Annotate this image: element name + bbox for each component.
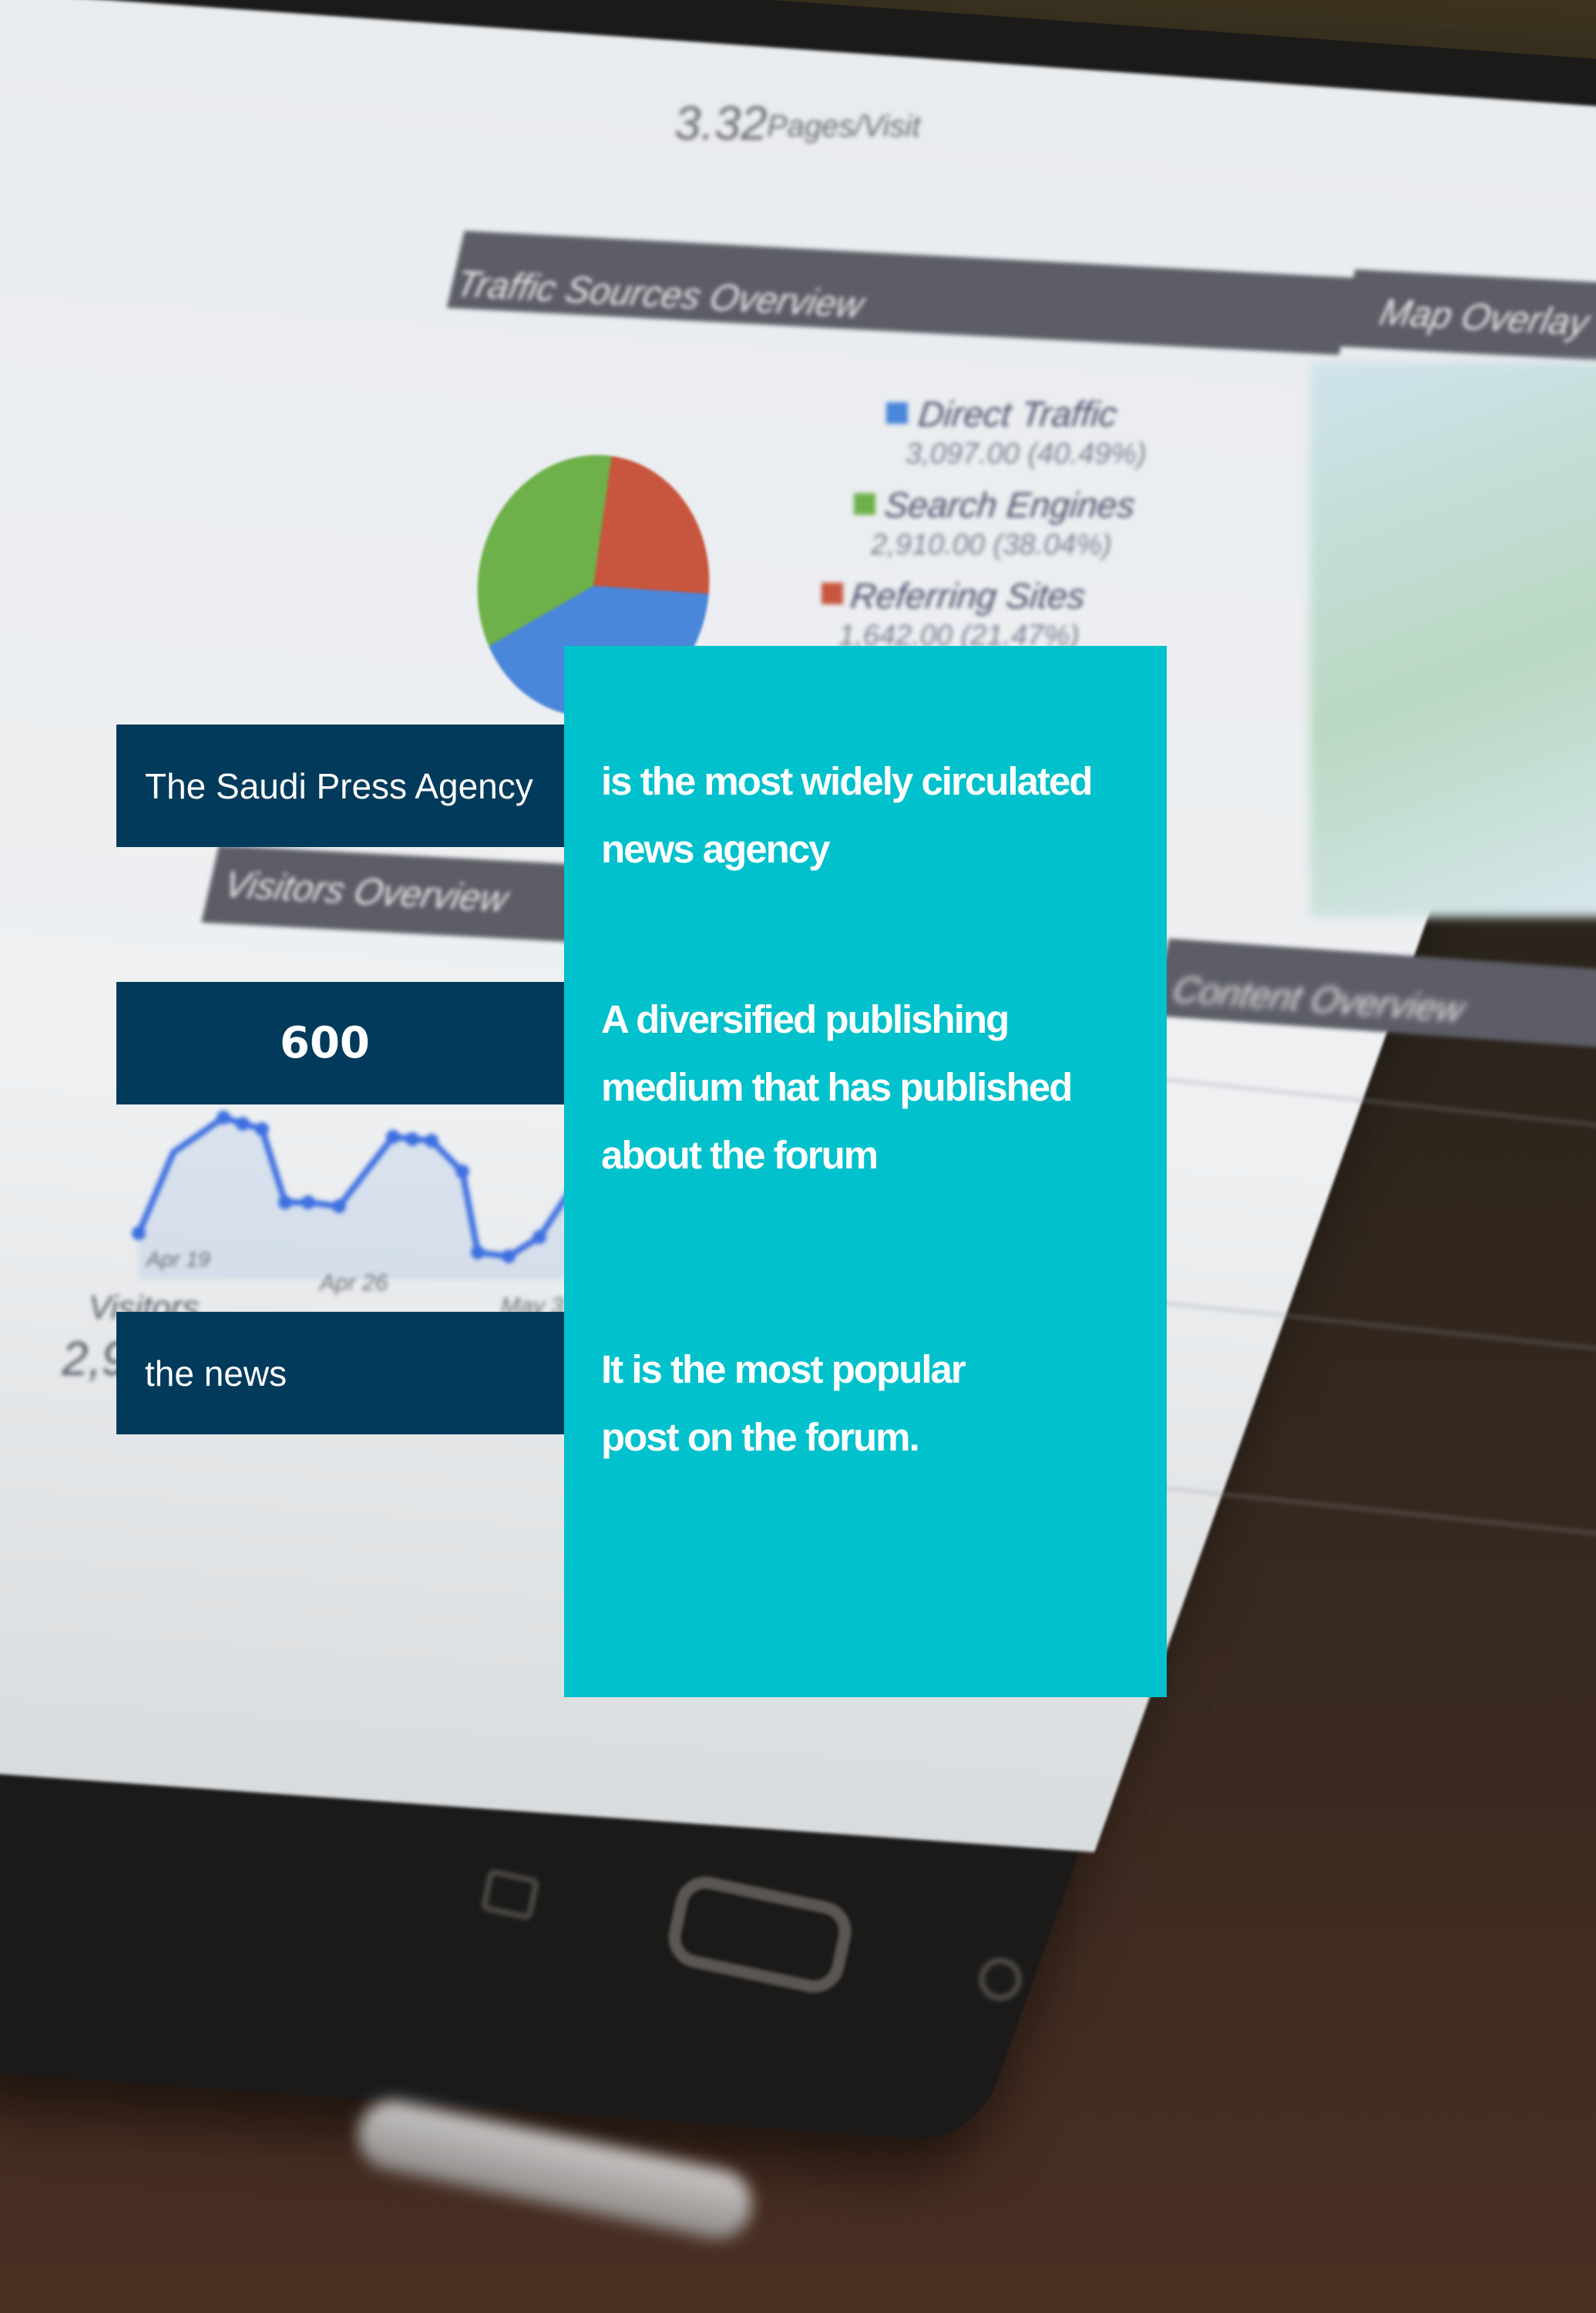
info-paragraph-popular: It is the most popular post on the forum…	[601, 1336, 1136, 1471]
info-line: medium that has published	[601, 1065, 1073, 1109]
news-label-text: the news	[145, 1353, 287, 1394]
info-line: is the most widely circulated	[601, 759, 1093, 803]
table-divider	[1157, 1077, 1596, 1131]
legend-value-direct: 3,097.00 (40.49%)	[906, 438, 1147, 470]
legend-square-referring	[822, 583, 843, 604]
pages-visit-value: 3.32	[674, 97, 768, 150]
info-line: A diversified publishing	[601, 997, 1010, 1041]
legend-name-referring: Referring Sites	[848, 576, 1087, 616]
count-value: 600	[280, 1018, 370, 1068]
legend-square-direct	[886, 402, 908, 424]
info-paragraph-publishing: A diversified publishing medium that has…	[601, 986, 1136, 1189]
info-line: news agency	[601, 827, 830, 871]
news-label-box: the news	[116, 1312, 565, 1434]
info-line: post on the forum.	[601, 1415, 920, 1459]
table-divider	[1157, 1485, 1596, 1539]
axis-date: Apr 19	[146, 1247, 210, 1271]
count-box: 600	[116, 982, 565, 1104]
agency-label-text: The Saudi Press Agency	[145, 765, 533, 806]
info-line: It is the most popular	[601, 1347, 966, 1391]
table-divider	[1157, 1300, 1596, 1354]
axis-date: Apr 26	[320, 1270, 388, 1296]
pages-visit-label: Pages/Visit	[767, 109, 921, 143]
legend-name-direct: Direct Traffic	[916, 394, 1120, 434]
info-paragraph-agency: is the most widely circulated news agenc…	[601, 748, 1136, 883]
legend-value-search: 2,910.00 (38.04%)	[871, 529, 1112, 561]
agency-label-box: The Saudi Press Agency	[116, 724, 565, 847]
info-line: about the forum	[601, 1133, 879, 1177]
map-overlay-area	[1310, 362, 1596, 917]
legend-square-search	[854, 493, 875, 515]
legend-name-search: Search Engines	[882, 485, 1137, 525]
info-panel: is the most widely circulated news agenc…	[564, 646, 1167, 1697]
